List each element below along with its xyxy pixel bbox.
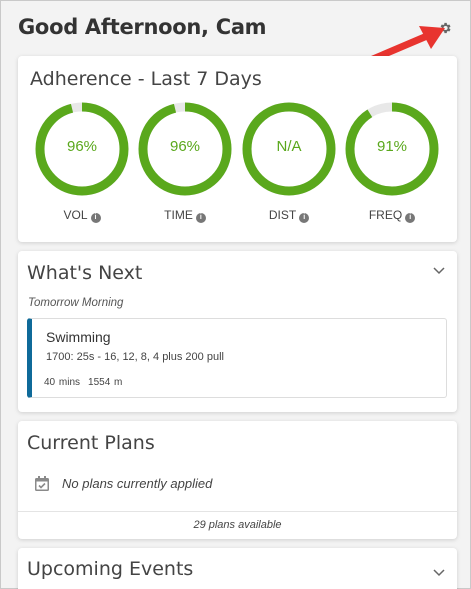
adherence-title: Adherence - Last 7 Days (30, 68, 262, 90)
upcoming-events-title: Upcoming Events (27, 558, 194, 580)
current-plans-card: Current Plans No plans currently applied… (18, 421, 457, 539)
info-icon[interactable]: i (405, 213, 416, 223)
info-icon[interactable]: i (195, 213, 206, 223)
metric-label: DIST i (242, 208, 336, 223)
whats-next-title: What's Next (27, 262, 143, 284)
upcoming-events-card: Upcoming Events (18, 548, 457, 589)
workout-description: 1700: 25s - 16, 12, 8, 4 plus 200 pull (46, 351, 224, 363)
workout-duration: 40 mins (44, 377, 81, 388)
chevron-down-icon[interactable] (433, 267, 445, 275)
current-plans-title: Current Plans (27, 432, 155, 454)
metric-value: 91% (376, 138, 408, 155)
adherence-card: Adherence - Last 7 Days 96% VOL i 96% TIM… (18, 56, 457, 242)
info-icon[interactable]: i (90, 213, 101, 223)
plans-available-link[interactable]: 29 plans available (18, 519, 457, 531)
calendar-check-icon (35, 476, 49, 491)
divider (18, 511, 457, 512)
metric-value: 96% (169, 138, 201, 155)
metric-label: TIME i (138, 208, 232, 223)
metric-value: 96% (66, 138, 98, 155)
metric-value: N/A (276, 138, 302, 155)
adherence-metric-dist[interactable]: N/A DIST i (242, 102, 336, 223)
whats-next-card: What's Next Tomorrow Morning Swimming 17… (18, 251, 457, 412)
chevron-down-icon[interactable] (433, 569, 445, 577)
adherence-metric-freq[interactable]: 91% FREQ i (345, 102, 439, 223)
workout-type: Swimming (46, 329, 111, 345)
schedule-time: Tomorrow Morning (28, 297, 124, 309)
adherence-metric-vol[interactable]: 96% VOL i (35, 102, 129, 223)
info-icon[interactable]: i (299, 213, 310, 223)
metric-label: VOL i (35, 208, 129, 223)
workout-distance: 1554 m (88, 377, 123, 388)
workout-meta: 40 mins 1554 m (44, 377, 122, 388)
workout-card[interactable]: Swimming 1700: 25s - 16, 12, 8, 4 plus 2… (27, 318, 447, 398)
metric-label: FREQ i (345, 208, 439, 223)
no-plans-message: No plans currently applied (62, 476, 213, 491)
adherence-metric-time[interactable]: 96% TIME i (138, 102, 232, 223)
